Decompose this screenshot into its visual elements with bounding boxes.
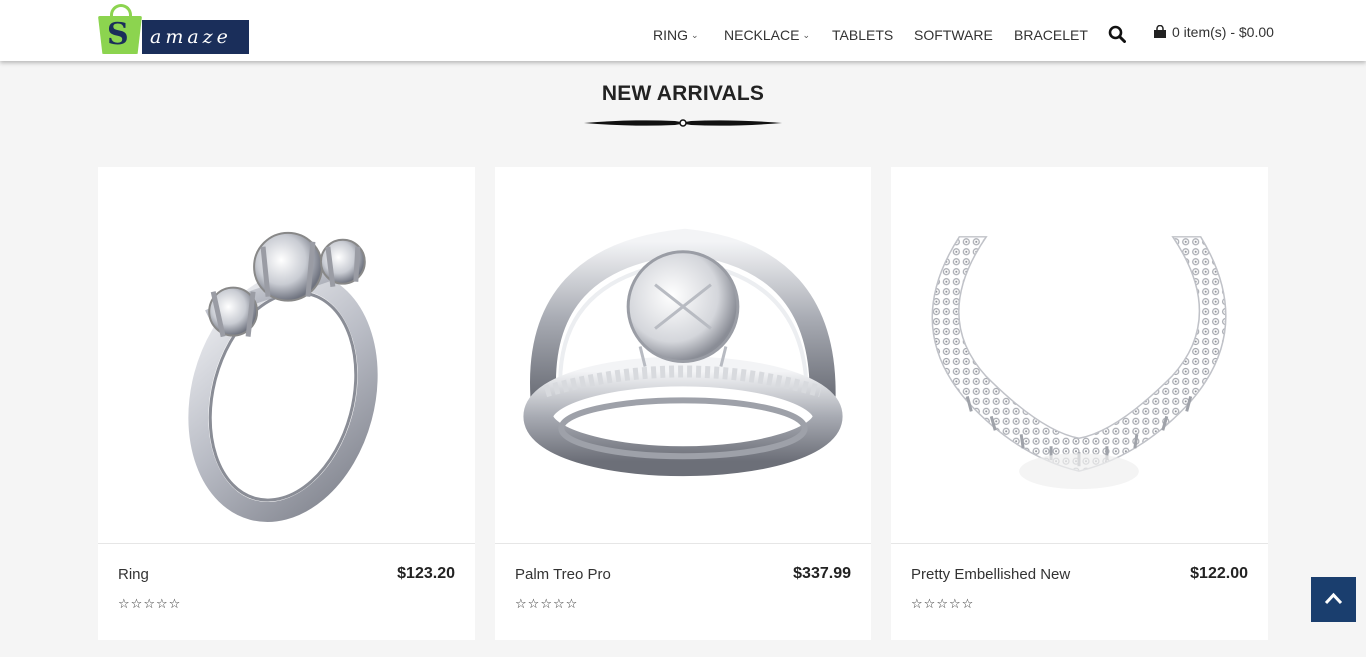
product-image-solitaire-band-ring[interactable]: [495, 167, 871, 544]
product-price: $123.20: [397, 565, 455, 582]
nav-item-necklace[interactable]: NECKLACE ⌄: [724, 27, 810, 43]
star-outline-icon: ☆: [565, 597, 579, 612]
product-image-diamond-necklace[interactable]: [891, 167, 1268, 544]
star-outline-icon: ☆: [552, 597, 566, 612]
cart-summary[interactable]: 0 item(s) - $0.00: [1153, 24, 1274, 40]
star-outline-icon: ☆: [527, 597, 541, 612]
product-name[interactable]: Pretty Embellished New: [911, 566, 1070, 583]
nav-item-bracelet[interactable]: BRACELET: [1014, 27, 1088, 43]
nav-item-label: NECKLACE: [724, 27, 800, 43]
star-outline-icon: ☆: [948, 597, 962, 612]
star-outline-icon: ☆: [143, 597, 156, 612]
nav-item-software[interactable]: SOFTWARE: [914, 27, 993, 43]
rating-stars: ☆☆☆☆☆: [118, 596, 181, 612]
chevron-up-icon: [1324, 592, 1343, 605]
ring-image: [523, 228, 843, 477]
logo-text: amaze: [150, 26, 232, 48]
product-name[interactable]: Ring: [118, 566, 149, 583]
site-logo[interactable]: S amaze: [98, 4, 249, 55]
product-card[interactable]: Palm Treo Pro $337.99 ☆☆☆☆☆: [495, 167, 871, 640]
product-image-three-stone-ring[interactable]: [98, 167, 475, 544]
rating-stars: ☆☆☆☆☆: [515, 596, 578, 612]
product-card[interactable]: Ring $123.20 ☆☆☆☆☆: [98, 167, 475, 640]
chevron-down-icon: ⌄: [691, 29, 699, 40]
product-name[interactable]: Palm Treo Pro: [515, 566, 611, 583]
back-to-top-button[interactable]: [1311, 577, 1356, 622]
ornament-divider: [584, 119, 782, 127]
nav-item-label: SOFTWARE: [914, 27, 993, 43]
rating-stars: ☆☆☆☆☆: [911, 596, 974, 612]
ring-image: [188, 231, 378, 522]
star-outline-icon: ☆: [130, 597, 144, 612]
cart-text: 0 item(s) - $0.00: [1172, 24, 1274, 40]
star-outline-icon: ☆: [118, 597, 131, 612]
nav-item-label: RING: [653, 27, 688, 43]
necklace-image: [931, 236, 1227, 490]
search-icon[interactable]: [1108, 25, 1126, 43]
shopping-bag-icon: [1154, 25, 1166, 38]
site-header: S amaze RING ⌄ NECKLACE ⌄ TABLETS SOFTWA…: [0, 0, 1366, 61]
nav-item-label: BRACELET: [1014, 27, 1088, 43]
star-outline-icon: ☆: [923, 597, 937, 612]
star-outline-icon: ☆: [515, 597, 528, 612]
star-outline-icon: ☆: [936, 597, 949, 612]
star-outline-icon: ☆: [961, 597, 975, 612]
star-outline-icon: ☆: [168, 597, 182, 612]
star-outline-icon: ☆: [540, 597, 553, 612]
nav-item-ring[interactable]: RING ⌄: [653, 27, 699, 43]
nav-item-tablets[interactable]: TABLETS: [832, 27, 893, 43]
section-title: NEW ARRIVALS: [601, 82, 765, 105]
chevron-down-icon: ⌄: [802, 29, 811, 40]
product-card[interactable]: Pretty Embellished New $122.00 ☆☆☆☆☆: [891, 167, 1268, 640]
nav-item-label: TABLETS: [832, 27, 894, 43]
logo-letter: S: [107, 17, 129, 52]
star-outline-icon: ☆: [155, 597, 169, 612]
product-price: $122.00: [1190, 565, 1248, 582]
star-outline-icon: ☆: [911, 597, 924, 612]
product-price: $337.99: [793, 565, 851, 582]
